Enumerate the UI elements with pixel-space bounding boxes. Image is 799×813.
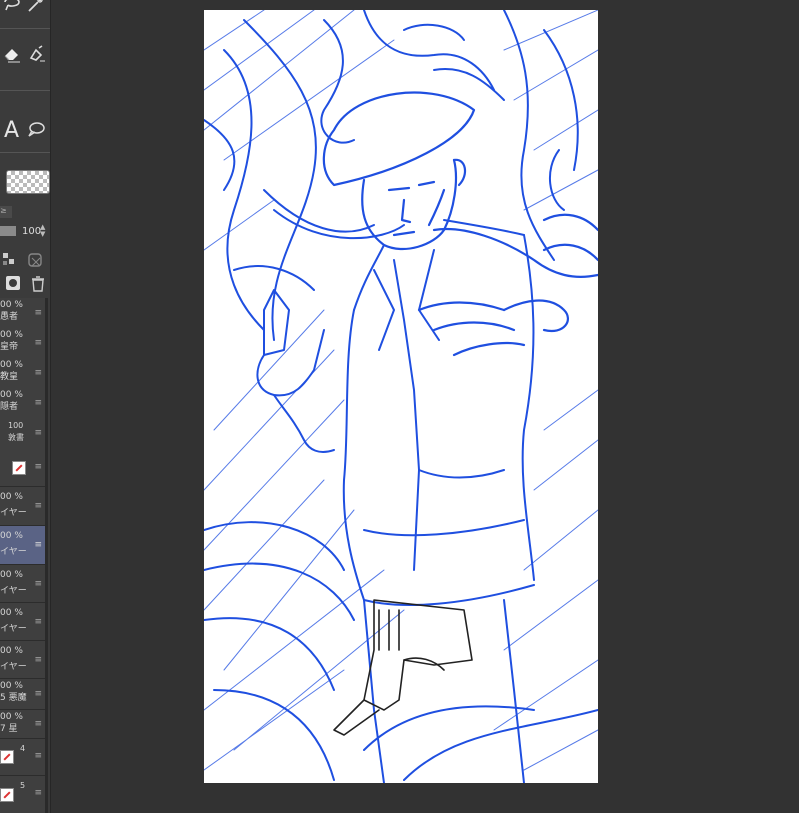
layer-row[interactable]: 100 敦書 ≡ (0, 418, 45, 449)
layer-row[interactable]: 00 % イヤー ≡ (0, 641, 45, 679)
layer-name: 4 (20, 744, 26, 753)
layer-name: イヤー (0, 624, 27, 634)
layer-opacity: 00 % (0, 330, 23, 340)
layer-thumbnail (0, 788, 14, 802)
layer-menu-icon[interactable]: ≡ (34, 501, 42, 512)
layer-menu-icon[interactable]: ≡ (34, 579, 42, 590)
layer-name: 5 (20, 781, 26, 790)
layer-row[interactable]: 00 % 皇帝 ≡ (0, 328, 45, 359)
layer-menu-icon[interactable]: ≡ (34, 751, 42, 762)
opacity-spin-icon[interactable]: ▲ ▼ (40, 224, 45, 238)
fill-bucket-icon[interactable] (26, 44, 46, 64)
layer-menu-icon[interactable]: ≡ (34, 462, 42, 473)
layer-menu-icon[interactable]: ≡ (34, 617, 42, 628)
layer-row[interactable]: 00 % イヤー ≡ (0, 603, 45, 641)
layer-folder-row[interactable]: ≡ (0, 448, 45, 487)
layer-name: イヤー (0, 547, 27, 557)
toolbar-divider (0, 152, 50, 153)
layer-opacity: 00 % (0, 608, 23, 618)
layer-row-selected[interactable]: 00 % イヤー ≡ (0, 526, 45, 565)
trash-icon[interactable] (28, 274, 48, 294)
layer-name: 皇帝 (0, 342, 19, 352)
layer-menu-icon[interactable]: ≡ (34, 655, 42, 666)
layer-name: イヤー (0, 662, 27, 672)
layer-reference-icon[interactable] (0, 250, 20, 270)
layer-mask-icon[interactable] (4, 274, 24, 294)
layer-menu-icon[interactable]: ≡ (34, 689, 42, 700)
layer-mask-toggle-icon[interactable] (26, 250, 46, 270)
opacity-value[interactable]: 100 (22, 226, 41, 237)
layer-opacity: 00 % (0, 300, 23, 310)
layer-name: イヤー (0, 508, 27, 518)
layer-row[interactable]: 4 ≡ (0, 739, 45, 776)
layer-opacity: 00 % (0, 360, 23, 370)
opacity-slider[interactable] (0, 226, 16, 236)
layer-menu-icon[interactable]: ≡ (34, 719, 42, 730)
magic-wand-icon[interactable] (26, 0, 46, 14)
layer-name: 教皇 (0, 372, 19, 382)
toolbar-divider (0, 28, 50, 29)
tool-panel: A ≥ 100 ▲ ▼ 00 % 愚者 ≡ 00 % 皇帝 ≡ 00 % 教皇 ≡… (0, 0, 51, 813)
layer-row[interactable]: 00 % イヤー ≡ (0, 565, 45, 603)
layer-thumbnail (12, 461, 26, 475)
layer-menu-icon[interactable]: ≡ (34, 428, 42, 439)
layer-opacity: 00 % (0, 570, 23, 580)
eraser-icon[interactable] (2, 44, 22, 64)
layer-row[interactable]: 00 % 5 悪魔 ≡ (0, 679, 45, 710)
layer-opacity: 100 (8, 421, 24, 430)
layer-menu-icon[interactable]: ≡ (34, 368, 42, 379)
layer-name: 愚者 (0, 312, 19, 322)
layer-row[interactable]: 5 ≡ (0, 776, 45, 813)
layer-menu-icon[interactable]: ≡ (34, 398, 42, 409)
layer-thumbnail (0, 750, 14, 764)
layer-opacity: 00 % (0, 390, 23, 400)
balloon-icon[interactable] (26, 120, 46, 140)
layer-row[interactable]: 00 % 隠者 ≡ (0, 388, 45, 419)
layer-opacity: 00 % (0, 531, 23, 541)
layer-menu-icon[interactable]: ≡ (34, 540, 42, 551)
layer-menu-icon[interactable]: ≡ (34, 308, 42, 319)
layer-name: 5 悪魔 (0, 693, 27, 703)
layer-row[interactable]: 00 % イヤー ≡ (0, 487, 45, 526)
toolbar-divider (0, 90, 50, 91)
layer-menu-icon[interactable]: ≡ (34, 338, 42, 349)
panel-tab[interactable]: ≥ (0, 206, 12, 218)
layer-panel-scrollbar[interactable] (45, 298, 48, 813)
layer-row[interactable]: 00 % 教皇 ≡ (0, 358, 45, 389)
layer-menu-icon[interactable]: ≡ (34, 788, 42, 799)
layer-opacity: 00 % (0, 681, 23, 691)
layer-name: 敦書 (8, 433, 24, 442)
layer-name: イヤー (0, 586, 27, 596)
layer-opacity: 00 % (0, 646, 23, 656)
sketch-artwork (204, 10, 598, 783)
layer-row[interactable]: 00 % 7 星 ≡ (0, 710, 45, 739)
layer-opacity: 00 % (0, 492, 23, 502)
layer-row[interactable]: 00 % 愚者 ≡ (0, 298, 45, 329)
transparent-color-swatch[interactable] (6, 170, 50, 194)
layer-name: 7 星 (0, 724, 18, 734)
lasso-icon[interactable] (2, 0, 22, 14)
drawing-canvas[interactable] (204, 10, 598, 783)
layer-opacity: 00 % (0, 712, 23, 722)
text-tool-icon[interactable]: A (4, 118, 19, 143)
layer-name: 隠者 (0, 402, 19, 412)
